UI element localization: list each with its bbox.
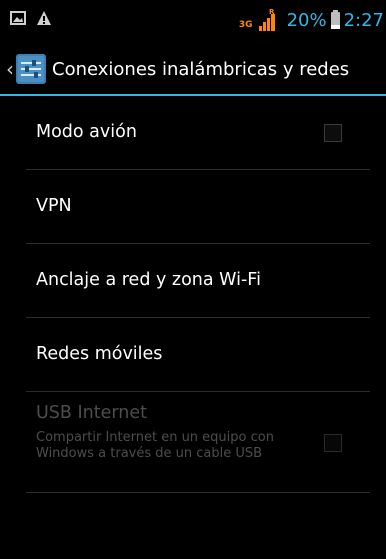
tethering-hotspot-label: Anclaje a red y zona Wi-Fi — [36, 270, 261, 290]
battery-percent: 20% — [286, 9, 327, 31]
status-bar: 3G R 20% 2:27 — [0, 0, 386, 40]
page-title: Conexiones inalámbricas y redes — [52, 58, 350, 80]
settings-list: Modo avión VPN Anclaje a red y zona Wi-F… — [26, 96, 370, 493]
vpn-row[interactable]: VPN — [26, 170, 370, 244]
clock: 2:27 — [343, 9, 384, 31]
warning-icon — [37, 11, 51, 25]
tethering-hotspot-row[interactable]: Anclaje a red y zona Wi-Fi — [26, 244, 370, 318]
battery-icon — [330, 9, 340, 29]
settings-sliders-icon[interactable] — [16, 54, 46, 84]
airplane-mode-row[interactable]: Modo avión — [26, 96, 370, 170]
mobile-networks-label: Redes móviles — [36, 344, 163, 364]
network-type-label: 3G — [238, 20, 253, 30]
airplane-mode-checkbox[interactable] — [324, 124, 342, 142]
image-notification-icon — [10, 11, 26, 25]
notification-icons — [10, 10, 52, 26]
vpn-label: VPN — [36, 196, 72, 216]
airplane-mode-label: Modo avión — [36, 122, 137, 142]
usb-internet-label: USB Internet — [36, 403, 147, 423]
up-navigation-icon[interactable]: ‹ — [6, 57, 14, 81]
usb-internet-row: USB Internet Compartir Internet en un eq… — [26, 392, 370, 493]
usb-internet-summary: Compartir Internet en un equipo con Wind… — [36, 430, 274, 461]
mobile-networks-row[interactable]: Redes móviles — [26, 318, 370, 392]
system-status: 3G R 20% 2:27 — [239, 8, 384, 32]
usb-internet-checkbox — [324, 434, 342, 452]
signal-strength-icon: R — [258, 8, 275, 31]
action-bar: ‹ Conexiones inalámbricas y redes — [0, 44, 386, 94]
battery-level-fill — [330, 25, 340, 29]
